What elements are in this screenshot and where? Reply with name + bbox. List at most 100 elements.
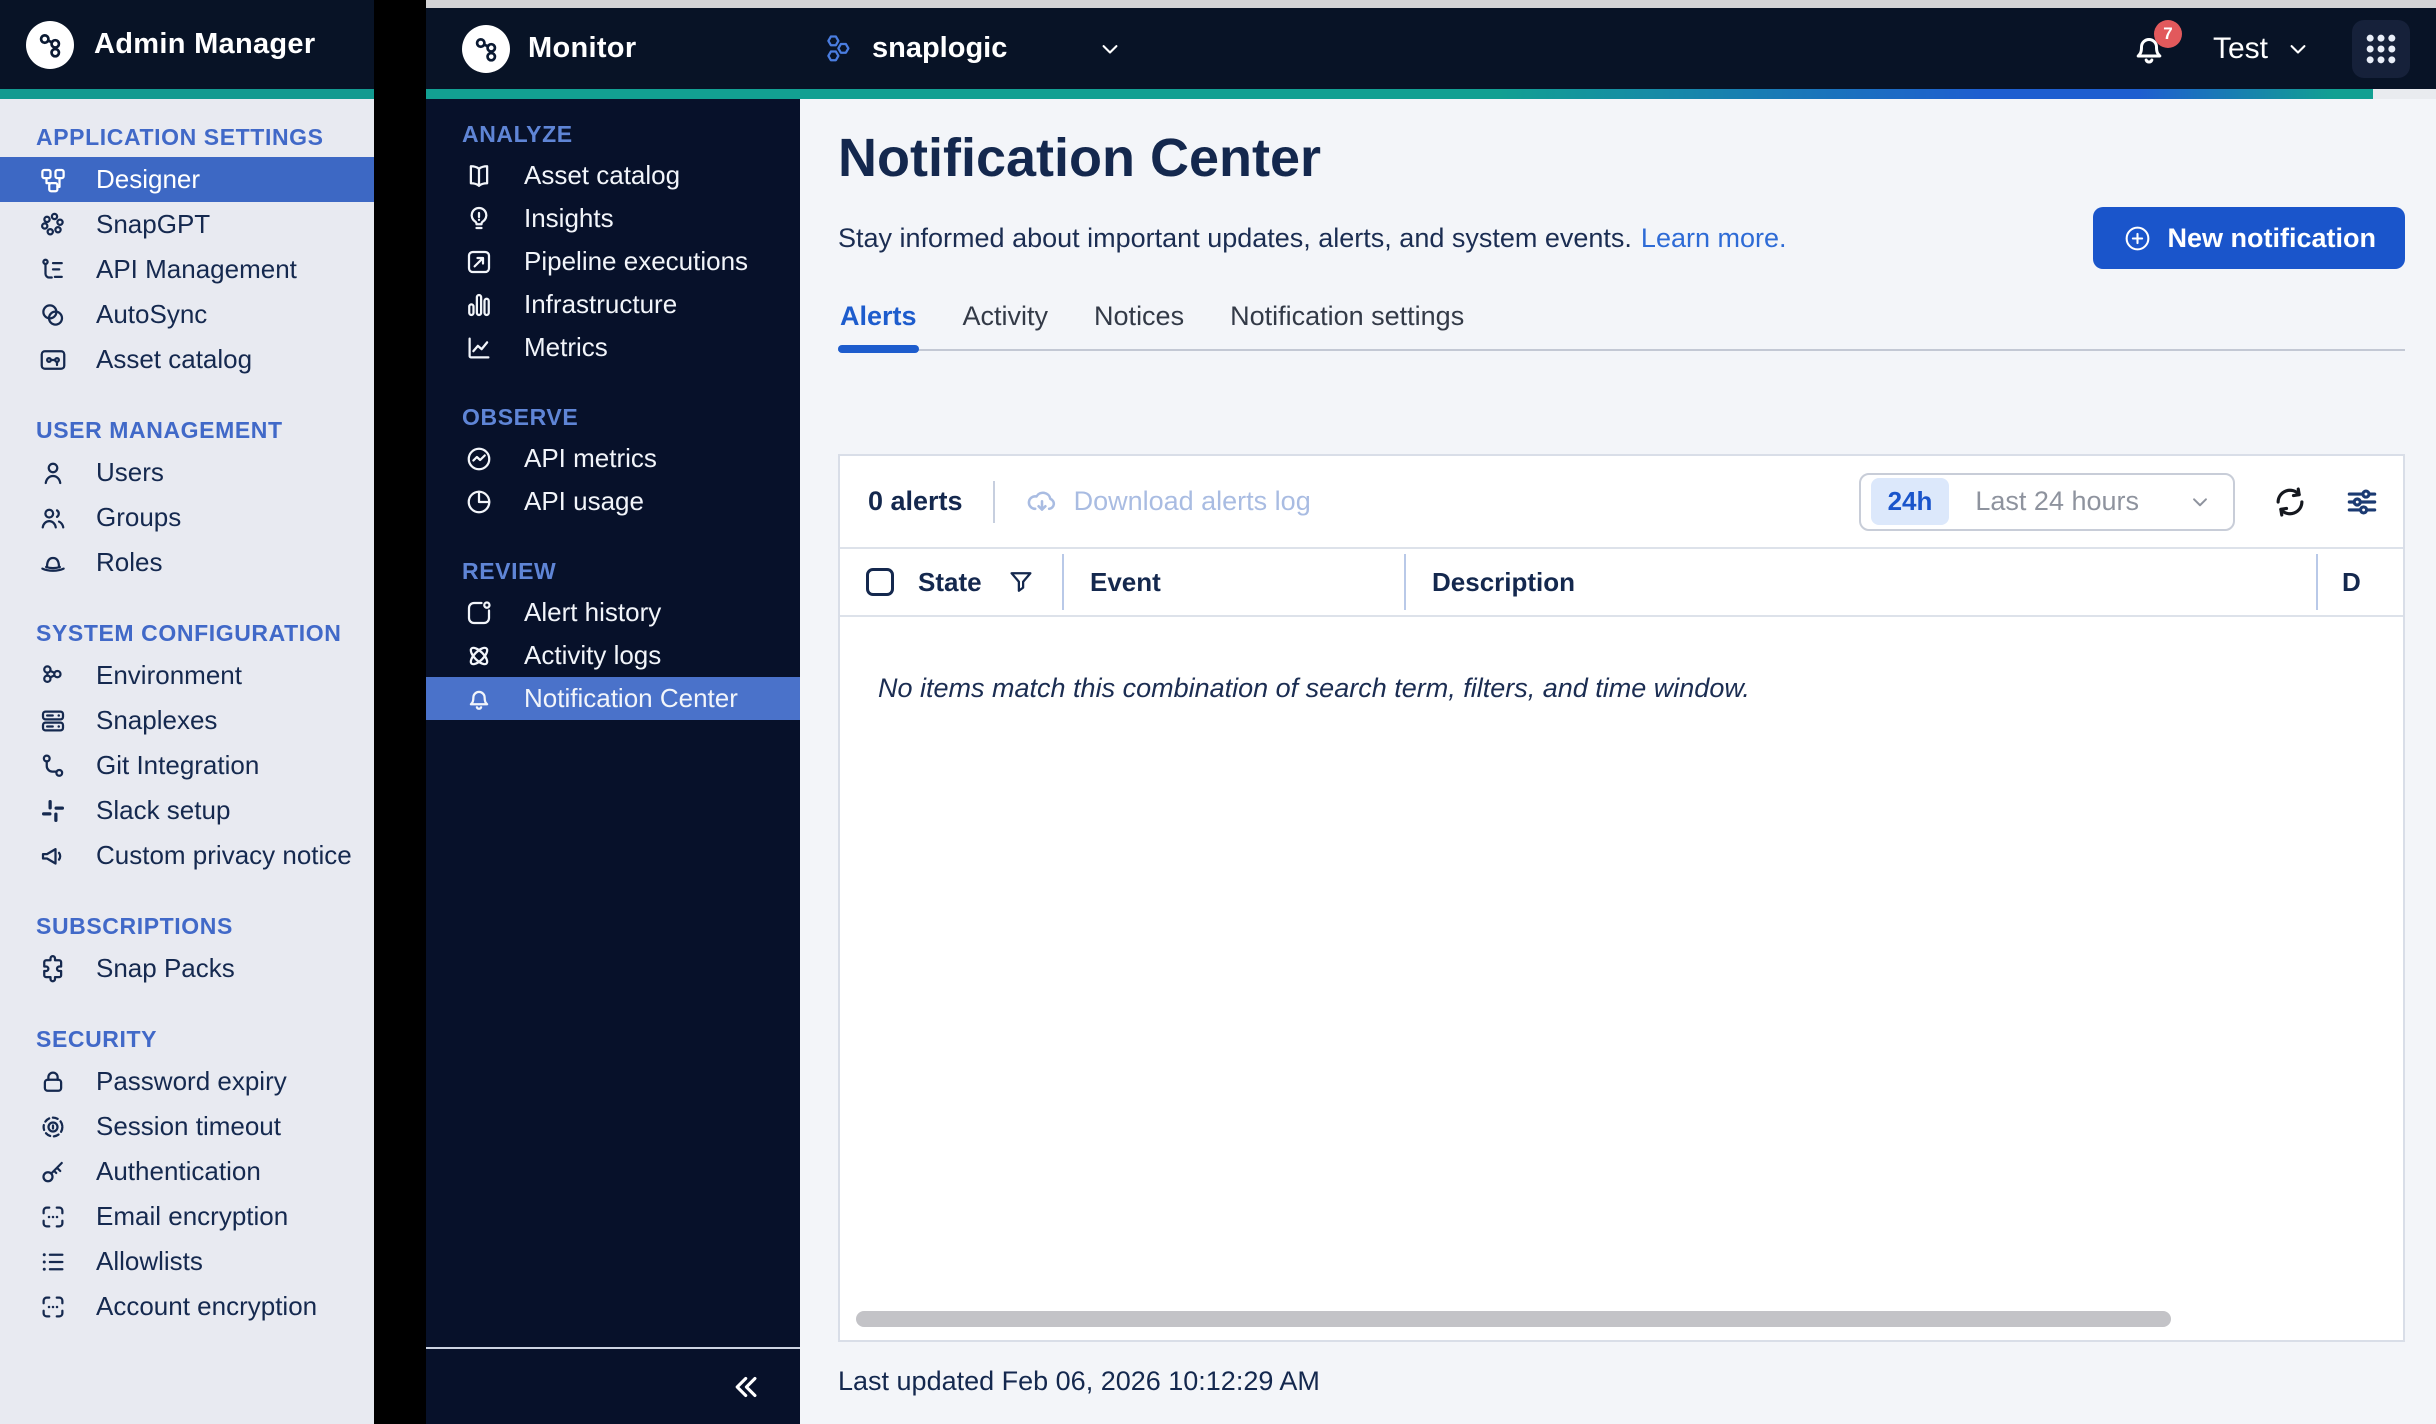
sidebar-item-asset-catalog[interactable]: Asset catalog <box>426 154 800 197</box>
snapgpt-icon <box>38 210 70 240</box>
hat-icon <box>38 548 70 578</box>
notification-count-badge: 7 <box>2154 20 2182 48</box>
collapse-sidebar-button[interactable] <box>426 1349 800 1424</box>
chevron-down-icon <box>2187 489 2213 515</box>
alerts-count: 0 alerts <box>868 486 963 517</box>
admin-manager-title: Admin Manager <box>94 28 315 61</box>
sidebar-item-email-encryption[interactable]: Email encryption <box>0 1194 374 1239</box>
select-all-checkbox[interactable] <box>866 568 894 596</box>
environment-name: snaplogic <box>872 32 1007 65</box>
snaplogic-logo-icon <box>26 21 74 69</box>
sidebar-item-users[interactable]: Users <box>0 450 374 495</box>
alerts-toolbar: 0 alerts Download alerts log 24h Last 24… <box>840 456 2403 547</box>
sidebar-item-insights[interactable]: Insights <box>426 197 800 240</box>
sidebar-item-groups[interactable]: Groups <box>0 495 374 540</box>
line-chart-icon <box>464 333 496 363</box>
admin-manager-panel: Admin Manager APPLICATION SETTINGS Desig… <box>0 0 374 1424</box>
sidebar-item-asset-catalog-admin[interactable]: Asset catalog <box>0 337 374 382</box>
sidebar-item-git-integration[interactable]: Git Integration <box>0 743 374 788</box>
designer-icon <box>38 165 70 195</box>
sidebar-item-autosync[interactable]: AutoSync <box>0 292 374 337</box>
new-notification-button[interactable]: New notification <box>2093 207 2406 269</box>
tab-alerts[interactable]: Alerts <box>838 301 919 349</box>
sidebar-item-snaplexes[interactable]: Snaplexes <box>0 698 374 743</box>
sidebar-item-custom-privacy-notice[interactable]: Custom privacy notice <box>0 833 374 878</box>
accent-gradient-bar <box>426 89 2436 99</box>
section-header-observe: OBSERVE <box>426 397 800 437</box>
lightbulb-icon <box>464 204 496 234</box>
pie-chart-icon <box>464 487 496 517</box>
section-header-analyze: ANALYZE <box>426 114 800 154</box>
bell-icon <box>464 684 496 714</box>
teal-accent-bar <box>0 89 374 99</box>
sidebar-item-api-management[interactable]: API Management <box>0 247 374 292</box>
megaphone-icon <box>38 841 70 871</box>
horizontal-scrollbar-thumb[interactable] <box>856 1311 2171 1327</box>
encryption-brackets-icon <box>38 1202 70 1232</box>
timeout-icon <box>38 1112 70 1142</box>
section-header-user-management: USER MANAGEMENT <box>0 410 374 450</box>
environment-selector[interactable]: snaplogic <box>824 32 1124 65</box>
tab-bar: Alerts Activity Notices Notification set… <box>838 301 2405 351</box>
book-icon <box>464 161 496 191</box>
page-title: Notification Center <box>838 127 2405 189</box>
app-switcher-button[interactable] <box>2352 20 2410 78</box>
notifications-bell-button[interactable]: 7 <box>2129 29 2169 69</box>
section-header-application-settings: APPLICATION SETTINGS <box>0 117 374 157</box>
tab-activity[interactable]: Activity <box>961 301 1051 349</box>
filter-settings-button[interactable] <box>2343 483 2381 521</box>
sidebar-item-allowlists[interactable]: Allowlists <box>0 1239 374 1284</box>
sidebar-item-snap-packs[interactable]: Snap Packs <box>0 946 374 991</box>
sidebar-item-designer[interactable]: Designer <box>0 157 374 202</box>
user-name: Test <box>2213 32 2268 66</box>
user-menu[interactable]: Test <box>2213 32 2312 66</box>
empty-state-message: No items match this combination of searc… <box>840 617 2403 704</box>
sidebar-item-snapgpt[interactable]: SnapGPT <box>0 202 374 247</box>
learn-more-link[interactable]: Learn more. <box>1641 223 1787 254</box>
sidebar-item-account-encryption[interactable]: Account encryption <box>0 1284 374 1329</box>
sidebar-item-metrics[interactable]: Metrics <box>426 326 800 369</box>
lock-icon <box>38 1067 70 1097</box>
list-icon <box>38 1247 70 1277</box>
chevron-down-icon <box>2284 35 2312 63</box>
sidebar-item-api-metrics[interactable]: API metrics <box>426 437 800 480</box>
server-icon <box>38 706 70 736</box>
sidebar-item-roles[interactable]: Roles <box>0 540 374 585</box>
sidebar-item-authentication[interactable]: Authentication <box>0 1149 374 1194</box>
sidebar-item-infrastructure[interactable]: Infrastructure <box>426 283 800 326</box>
sidebar-item-alert-history[interactable]: Alert history <box>426 591 800 634</box>
sidebar-item-slack-setup[interactable]: Slack setup <box>0 788 374 833</box>
tab-notices[interactable]: Notices <box>1092 301 1186 349</box>
tab-notification-settings[interactable]: Notification settings <box>1228 301 1466 349</box>
section-header-system-configuration: SYSTEM CONFIGURATION <box>0 613 374 653</box>
sidebar-item-session-timeout[interactable]: Session timeout <box>0 1104 374 1149</box>
refresh-button[interactable] <box>2271 483 2309 521</box>
monitor-brand: Monitor <box>426 25 800 73</box>
user-icon <box>38 458 70 488</box>
cloud-download-icon <box>1025 485 1059 519</box>
sidebar-item-activity-logs[interactable]: Activity logs <box>426 634 800 677</box>
main-content: Notification Center Stay informed about … <box>800 99 2436 1424</box>
activity-logs-icon <box>464 641 496 671</box>
section-header-subscriptions: SUBSCRIPTIONS <box>0 906 374 946</box>
window-gap <box>374 0 426 1424</box>
monitor-app: Monitor snaplogic 7 Test ANALYZE <box>426 0 2436 1424</box>
table-body: No items match this combination of searc… <box>840 617 2403 1306</box>
alert-history-icon <box>464 598 496 628</box>
table-header-row: State Event Description D <box>840 547 2403 617</box>
time-range-select[interactable]: 24h Last 24 hours <box>1859 473 2235 531</box>
state-filter-button[interactable] <box>1006 567 1036 597</box>
snaplogic-logo-icon <box>462 25 510 73</box>
api-metrics-icon <box>464 444 496 474</box>
window-top-strip <box>426 0 2436 8</box>
column-header-date: D <box>2342 567 2361 597</box>
sidebar-item-api-usage[interactable]: API usage <box>426 480 800 523</box>
time-range-label: Last 24 hours <box>1975 486 2139 517</box>
sidebar-item-password-expiry[interactable]: Password expiry <box>0 1059 374 1104</box>
page-subtitle: Stay informed about important updates, a… <box>838 223 1632 254</box>
sidebar-item-environment[interactable]: Environment <box>0 653 374 698</box>
sidebar-item-notification-center[interactable]: Notification Center <box>426 677 800 720</box>
sidebar-item-pipeline-executions[interactable]: Pipeline executions <box>426 240 800 283</box>
toolbar-divider <box>993 481 995 523</box>
download-alerts-log-button[interactable]: Download alerts log <box>1025 485 1311 519</box>
